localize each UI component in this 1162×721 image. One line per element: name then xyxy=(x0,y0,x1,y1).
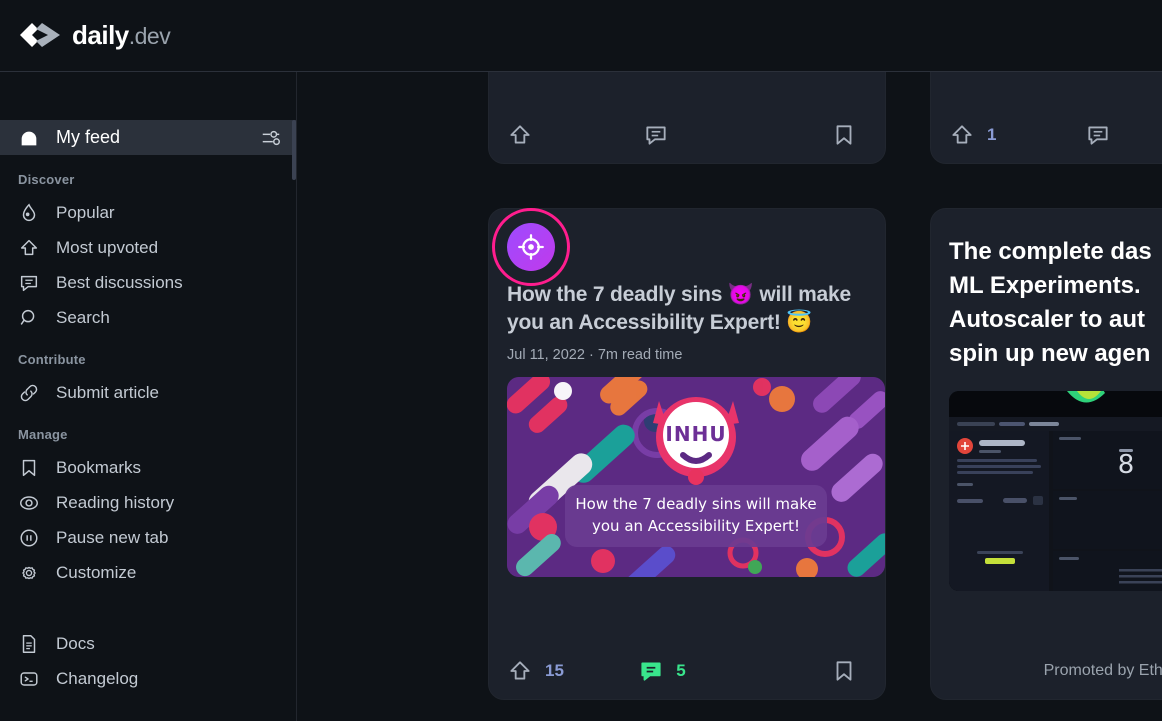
ad-title: The complete das ML Experiments. Autosca… xyxy=(949,235,1162,371)
post-card[interactable] xyxy=(488,72,886,164)
post-actions: 15 5 xyxy=(507,643,867,699)
bookmark-icon xyxy=(836,661,852,681)
home-icon xyxy=(21,131,37,145)
bookmark-icon xyxy=(22,459,36,476)
document-icon xyxy=(22,634,36,653)
upvote-count: 15 xyxy=(545,661,564,680)
upvote-button[interactable]: 15 xyxy=(507,658,610,684)
post-thumbnail: INHU How the 7 deadly sins will make you… xyxy=(507,376,885,577)
post-card-accessibility-article[interactable]: How the 7 deadly sins 😈 will make you an… xyxy=(488,208,886,700)
bookmark-button[interactable] xyxy=(754,658,867,684)
thumbnail-artwork: INHU How the 7 deadly sins will make you… xyxy=(507,376,885,577)
link-icon xyxy=(20,384,38,401)
upvote-icon xyxy=(510,125,530,144)
sidebar-section-title-discover: Discover xyxy=(18,172,75,187)
svg-text:INHU: INHU xyxy=(665,422,726,446)
post-source-avatar[interactable] xyxy=(492,208,570,286)
bookmark-icon xyxy=(836,125,852,145)
logo-chevron-icon xyxy=(20,22,60,47)
sidebar-section-title-manage: Manage xyxy=(18,427,68,442)
sidebar-item-label: Pause new tab xyxy=(56,527,169,547)
logo-wordmark: daily.dev xyxy=(72,20,171,51)
comment-icon xyxy=(641,662,661,681)
feed-area: 1 How the 7 deadly sins 😈 will make you … xyxy=(297,72,1162,721)
body-split: My feed Discover Popular Most upvoted Be… xyxy=(0,72,1162,721)
ad-dashboard-screenshot: 8 xyxy=(949,391,1162,592)
post-card[interactable]: 1 xyxy=(930,72,1162,164)
svg-text:How the 7 deadly sins will mak: How the 7 deadly sins will make xyxy=(575,495,816,513)
sliders-icon[interactable] xyxy=(260,127,282,149)
sidebar-item-label: Changelog xyxy=(56,668,139,688)
comment-icon xyxy=(1088,126,1108,145)
post-actions xyxy=(507,107,867,163)
sidebar-item-label: Reading history xyxy=(56,492,175,512)
upvote-count: 1 xyxy=(987,125,997,144)
sidebar-scrollbar[interactable] xyxy=(292,72,296,721)
sidebar-item-docs[interactable]: Docs xyxy=(0,626,296,661)
sidebar-item-most-upvoted[interactable]: Most upvoted xyxy=(0,230,296,265)
ad-title-line: The complete das xyxy=(949,238,1152,265)
ad-title-line: spin up new agen xyxy=(949,340,1151,368)
post-meta: Jul 11, 2022 · 7m read time xyxy=(507,346,683,363)
upvote-button[interactable] xyxy=(507,122,610,148)
sidebar: My feed Discover Popular Most upvoted Be… xyxy=(0,72,297,721)
comment-button[interactable]: 5 xyxy=(610,658,753,684)
target-crosshair-icon xyxy=(518,234,544,260)
sidebar-item-search[interactable]: Search xyxy=(0,300,296,335)
feed-grid: 1 How the 7 deadly sins 😈 will make you … xyxy=(488,72,1162,700)
daily-dev-app: daily.dev My feed Discover Popular Most … xyxy=(0,0,1162,721)
sidebar-item-label: My feed xyxy=(56,127,121,147)
sidebar-item-pause-new-tab[interactable]: Pause new tab xyxy=(0,520,296,555)
ad-title-line: Autoscaler to aut xyxy=(949,306,1146,334)
sidebar-item-label: Popular xyxy=(56,202,115,222)
ad-card[interactable]: The complete das ML Experiments. Autosca… xyxy=(930,208,1162,700)
comment-button[interactable] xyxy=(1052,122,1162,148)
sidebar-item-best-discussions[interactable]: Best discussions xyxy=(0,265,296,300)
sidebar-item-label: Search xyxy=(56,307,110,327)
comment-icon xyxy=(20,275,38,291)
ad-title-line: ML Experiments. xyxy=(949,272,1141,300)
sidebar-item-submit-article[interactable]: Submit article xyxy=(0,375,296,410)
ad-promoted-label: Promoted by EthicalAds xyxy=(1043,662,1162,679)
search-icon xyxy=(20,309,35,325)
comment-icon xyxy=(646,126,666,145)
sidebar-item-reading-history[interactable]: Reading history xyxy=(0,485,296,520)
upvote-icon xyxy=(952,125,972,144)
sidebar-item-bookmarks[interactable]: Bookmarks xyxy=(0,450,296,485)
ad-image: 8 xyxy=(949,391,1162,592)
bookmark-button[interactable] xyxy=(754,122,867,148)
sidebar-item-label: Bookmarks xyxy=(56,457,142,477)
app-header: daily.dev xyxy=(0,0,1162,72)
sidebar-item-label: Customize xyxy=(56,562,137,582)
sidebar-item-label: Most upvoted xyxy=(56,237,159,257)
post-title: How the 7 deadly sins 😈 will make you an… xyxy=(507,283,851,334)
gear-icon xyxy=(22,566,36,579)
comment-count: 5 xyxy=(676,661,686,680)
upvote-button[interactable]: 1 xyxy=(949,122,1052,148)
sidebar-item-label: Submit article xyxy=(56,382,159,402)
pause-icon xyxy=(20,528,38,547)
sidebar-item-changelog[interactable]: Changelog xyxy=(0,661,296,696)
terminal-icon xyxy=(20,671,38,686)
svg-text:8: 8 xyxy=(1118,450,1135,480)
svg-text:you an Accessibility Expert!: you an Accessibility Expert! xyxy=(592,517,800,535)
sidebar-item-popular[interactable]: Popular xyxy=(0,195,296,230)
upvote-icon xyxy=(510,661,530,680)
upvote-icon xyxy=(20,239,38,255)
daily-dev-logo[interactable]: daily.dev xyxy=(18,20,171,51)
sidebar-section-title-contribute: Contribute xyxy=(18,352,86,367)
sidebar-item-label: Docs xyxy=(56,633,95,653)
sidebar-item-my-feed[interactable]: My feed xyxy=(0,120,296,155)
post-actions: 1 xyxy=(949,107,1162,163)
sidebar-item-customize[interactable]: Customize xyxy=(0,555,296,590)
flame-icon xyxy=(22,202,36,221)
logo-suffix: .dev xyxy=(128,23,171,49)
eye-icon xyxy=(20,495,38,510)
sidebar-item-label: Best discussions xyxy=(56,272,183,292)
comment-button[interactable] xyxy=(610,122,753,148)
logo-name: daily xyxy=(72,20,129,50)
